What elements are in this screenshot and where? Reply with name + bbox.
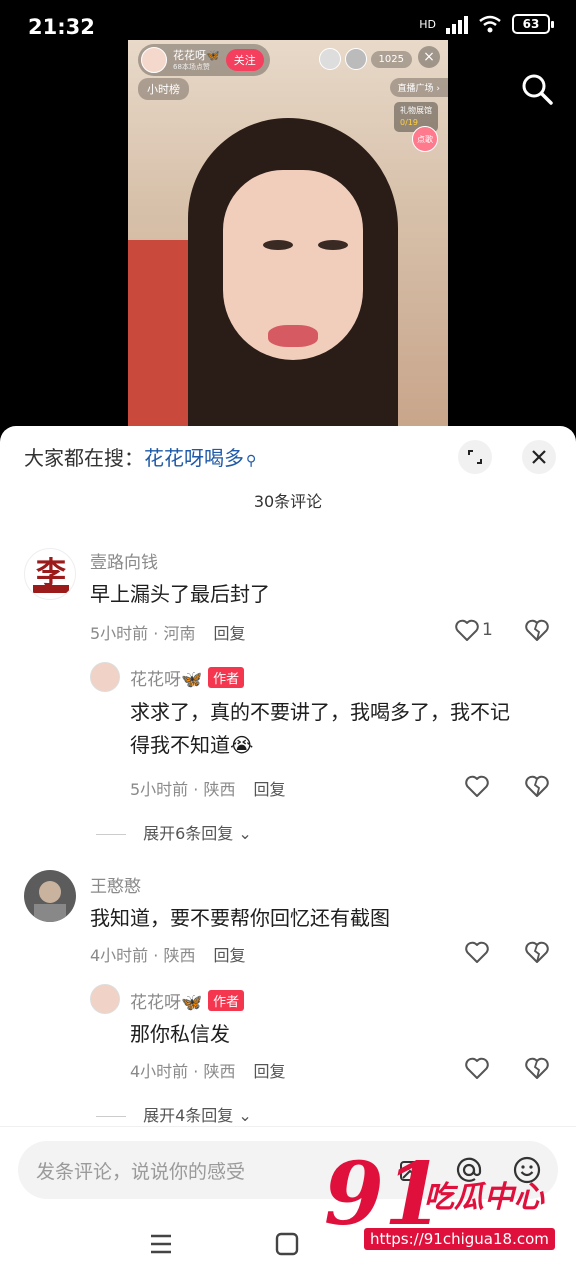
reply-button[interactable]: 回复 [253, 1062, 285, 1081]
song-request-button[interactable]: 点歌 [412, 126, 438, 152]
gift-hall-label: 礼物展馆 [400, 106, 432, 115]
author-badge: 作者 [208, 990, 245, 1011]
live-video[interactable]: 花花呀🦋 68本场点赞 关注 1025 × 小时榜 直播广场 › 礼物展馆 0/… [128, 40, 448, 428]
comment-text[interactable]: 我知道，要不要帮你回忆还有截图 [90, 902, 390, 935]
live-plaza-button[interactable]: 直播广场 › [389, 78, 448, 97]
avatar[interactable] [90, 984, 120, 1014]
comment-meta: 5小时前 · 河南 回复 [90, 620, 245, 644]
battery-icon: 63 [512, 14, 554, 34]
expand-replies-label: 展开6条回复 [143, 824, 234, 843]
expand-icon[interactable] [458, 440, 492, 474]
reply-time: 4小时前 · 陕西 [130, 1062, 236, 1081]
comment-count: 30条评论 [253, 492, 323, 511]
reply-username[interactable]: 花花呀🦋 作者 [130, 988, 245, 1013]
reply-button[interactable]: 回复 [213, 624, 245, 643]
close-sheet-icon[interactable] [522, 440, 556, 474]
comment-input-placeholder: 发条评论，说说你的感受 [36, 1161, 246, 1183]
dislike-icon[interactable] [524, 617, 550, 643]
comment-meta: 4小时前 · 陕西 回复 [90, 942, 245, 966]
reply-time: 5小时前 · 陕西 [130, 780, 236, 799]
comment-time: 5小时前 · 河南 [90, 624, 196, 643]
reply-text-line: 得我不知道😭 [130, 733, 254, 757]
comment-time: 4小时前 · 陕西 [90, 946, 196, 965]
reply-button[interactable]: 回复 [213, 946, 245, 965]
follow-button[interactable]: 关注 [225, 49, 264, 71]
reply-username-text: 花花呀🦋 [130, 993, 203, 1013]
like-icon[interactable] [464, 939, 490, 965]
comment-username[interactable]: 壹路向钱 [90, 548, 158, 573]
trending-search[interactable]: 大家都在搜：花花呀喝多 ⚲ [24, 442, 256, 471]
avatar[interactable] [90, 662, 120, 692]
author-badge: 作者 [208, 667, 245, 688]
watermark-logo: 91 吃瓜中心 https://91chigua18.com [324, 1150, 564, 1260]
trending-label: 大家都在搜： [24, 446, 144, 470]
search-icon[interactable] [520, 72, 554, 106]
reply-text-line: 求求了，真的不要讲了，我喝多了，我不记 [130, 700, 510, 724]
lips [268, 325, 318, 347]
dislike-icon[interactable] [524, 1055, 550, 1081]
viewer-avatar[interactable] [344, 48, 367, 70]
wifi-icon [479, 15, 501, 33]
reply-meta: 5小时前 · 陕西 回复 [130, 776, 285, 800]
reply-button[interactable]: 回复 [253, 780, 285, 799]
reply-text[interactable]: 求求了，真的不要讲了，我喝多了，我不记 得我不知道😭 [130, 696, 560, 762]
reply-username-text: 花花呀🦋 [130, 670, 203, 690]
streamer-likes: 68本场点赞 [173, 62, 210, 71]
trending-keyword[interactable]: 花花呀喝多 [144, 446, 244, 470]
viewer-count[interactable]: 1025 [370, 50, 412, 68]
reply-meta: 4小时前 · 陕西 回复 [130, 1058, 285, 1082]
status-icons: HD 63 [419, 14, 554, 34]
right-eye [318, 240, 348, 250]
left-eye [263, 240, 293, 250]
expand-replies-label: 展开4条回复 [143, 1106, 234, 1125]
avatar[interactable] [24, 870, 76, 922]
dislike-icon[interactable] [524, 939, 550, 965]
clock: 21:32 [28, 15, 95, 39]
expand-replies-button[interactable]: 展开4条回复 ⌄ [96, 1102, 252, 1126]
streamer-avatar[interactable] [141, 47, 167, 73]
close-icon[interactable]: × [418, 46, 440, 68]
hour-rank-button[interactable]: 小时榜 [138, 78, 189, 100]
home-icon[interactable] [274, 1231, 300, 1257]
like-icon[interactable] [464, 773, 490, 799]
chevron-down-icon: ⌄ [238, 824, 252, 843]
viewer-list[interactable]: 1025 [318, 48, 412, 70]
signal-icon [446, 14, 468, 34]
search-small-icon: ⚲ [246, 453, 257, 469]
watermark-url: https://91chigua18.com [364, 1228, 555, 1250]
expand-replies-button[interactable]: 展开6条回复 ⌄ [96, 820, 252, 844]
like-icon[interactable] [454, 617, 480, 643]
menu-icon[interactable] [148, 1231, 174, 1257]
reply-username[interactable]: 花花呀🦋 作者 [130, 665, 245, 690]
reply-text[interactable]: 那你私信发 [130, 1018, 230, 1051]
chevron-down-icon: ⌄ [238, 1106, 252, 1125]
comment-username[interactable]: 王憨憨 [90, 872, 141, 897]
streamer-name: 花花呀🦋 [173, 48, 220, 62]
comment-text[interactable]: 早上漏头了最后封了 [90, 578, 270, 611]
viewer-avatar[interactable] [318, 48, 341, 70]
avatar[interactable]: 李 [24, 548, 76, 600]
like-count: 1 [482, 620, 493, 640]
streamer-info[interactable]: 花花呀🦋 68本场点赞 关注 [138, 44, 270, 76]
like-icon[interactable] [464, 1055, 490, 1081]
network-type-label: HD [419, 17, 436, 31]
watermark-brand: 吃瓜中心 [424, 1180, 544, 1215]
dislike-icon[interactable] [524, 773, 550, 799]
